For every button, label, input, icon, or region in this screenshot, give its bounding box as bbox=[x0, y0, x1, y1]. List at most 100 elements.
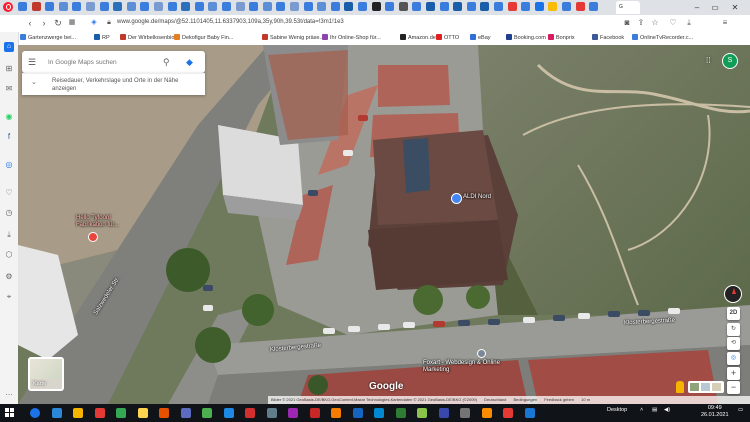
network-icon[interactable]: ▤ bbox=[652, 407, 657, 413]
share-icon[interactable]: ⇪ bbox=[636, 18, 646, 28]
tab-favicon-icon[interactable] bbox=[534, 2, 544, 11]
imagery-thumb-1[interactable] bbox=[690, 383, 699, 391]
tab-favicon-icon[interactable] bbox=[222, 2, 231, 11]
place-label-hello-tyfoon[interactable]: Hello Tyfoon! Fabrikation für... bbox=[76, 215, 128, 229]
taskbar-app-icon[interactable] bbox=[460, 408, 470, 418]
more-icon[interactable]: … bbox=[4, 388, 14, 398]
messenger-icon[interactable]: ✉ bbox=[4, 84, 14, 94]
bookmark-item[interactable]: Amazon.de bbox=[400, 34, 436, 43]
taskbar-app-icon[interactable] bbox=[245, 408, 255, 418]
whatsapp-icon[interactable]: ◉ bbox=[4, 112, 14, 122]
tab-favicon-icon[interactable] bbox=[276, 2, 286, 11]
minimize-icon[interactable]: – bbox=[690, 0, 704, 15]
maximize-icon[interactable]: ▭ bbox=[708, 0, 722, 15]
extensions-icon[interactable]: ⊞ bbox=[4, 64, 14, 74]
desktop-label[interactable]: Desktop bbox=[607, 407, 627, 413]
speed-dial-icon[interactable]: ▦ bbox=[66, 17, 78, 29]
tab-favicon-icon[interactable] bbox=[290, 2, 299, 11]
bookmark-item[interactable]: Ihr Online-Shop für... bbox=[322, 34, 381, 43]
bookmark-heart-icon[interactable]: ♡ bbox=[668, 18, 678, 28]
tab-favicon-icon[interactable] bbox=[398, 2, 408, 11]
close-window-icon[interactable]: ✕ bbox=[728, 0, 742, 15]
tab-favicon-icon[interactable] bbox=[466, 2, 476, 11]
taskbar-app-icon[interactable] bbox=[331, 408, 341, 418]
tab-favicon-icon[interactable] bbox=[575, 2, 585, 11]
camera-icon[interactable]: ◙ bbox=[622, 18, 632, 28]
tab-favicon-icon[interactable] bbox=[208, 2, 218, 11]
tab-favicon-icon[interactable] bbox=[154, 2, 163, 11]
rotate-icon[interactable]: ↻ bbox=[727, 323, 740, 336]
tab-favicon-icon[interactable] bbox=[426, 2, 435, 11]
taskbar-app-icon[interactable] bbox=[159, 408, 169, 418]
taskbar-app-icon[interactable] bbox=[438, 408, 449, 418]
facebook-icon[interactable]: f bbox=[4, 132, 14, 142]
tab-favicon-icon[interactable] bbox=[507, 2, 517, 11]
tab-favicon-icon[interactable] bbox=[235, 2, 245, 11]
star-icon[interactable]: ☆ bbox=[650, 18, 660, 28]
tab-favicon-icon[interactable] bbox=[303, 2, 313, 11]
taskbar-app-icon[interactable] bbox=[202, 408, 212, 418]
feedback-link[interactable]: Feedback geben bbox=[544, 397, 574, 402]
taskbar-app-icon[interactable] bbox=[309, 408, 320, 418]
bookmark-item[interactable]: Dekofigur Baby Fin... bbox=[174, 34, 233, 43]
tray-arrow-icon[interactable]: ˄ bbox=[640, 407, 643, 413]
taskbar-app-icon[interactable] bbox=[266, 408, 277, 418]
taskbar-app-icon[interactable] bbox=[51, 408, 62, 418]
mode-2d-button[interactable]: 2D bbox=[727, 307, 740, 320]
tab-favicon-icon[interactable] bbox=[589, 2, 599, 11]
notifications-icon[interactable]: ▭ bbox=[738, 407, 743, 413]
history-icon[interactable]: ◷ bbox=[4, 208, 14, 218]
lock-icon[interactable]: 🔒︎ bbox=[103, 17, 115, 29]
tab-favicon-icon[interactable] bbox=[358, 2, 367, 11]
search-icon[interactable]: ⚲ bbox=[163, 56, 175, 68]
bookmark-item[interactable]: Gartenzwerge bei... bbox=[20, 34, 76, 43]
home-icon[interactable]: ⌂ bbox=[4, 42, 14, 52]
my-location-icon[interactable]: ◎ bbox=[727, 352, 740, 365]
reload-icon[interactable]: ↻ bbox=[52, 17, 64, 29]
tab-favicon-icon[interactable] bbox=[194, 2, 204, 11]
bookmarks-heart-icon[interactable]: ♡ bbox=[4, 188, 14, 198]
tab-favicon-icon[interactable] bbox=[72, 2, 82, 11]
taskbar-app-icon[interactable] bbox=[374, 408, 384, 418]
menu-icon[interactable]: ≡ bbox=[720, 18, 730, 28]
aldi-pin-icon[interactable] bbox=[451, 193, 462, 204]
tab-favicon-icon[interactable] bbox=[412, 2, 422, 11]
tab-favicon-icon[interactable] bbox=[330, 2, 340, 11]
taskbar-app-icon[interactable] bbox=[137, 408, 148, 418]
taskbar-app-icon[interactable] bbox=[73, 408, 83, 418]
zoom-out-button[interactable]: − bbox=[727, 381, 740, 394]
tab-favicon-icon[interactable] bbox=[58, 2, 68, 11]
tab-favicon-icon[interactable] bbox=[439, 2, 449, 11]
taskbar-app-icon[interactable] bbox=[94, 408, 105, 418]
download-icon[interactable]: ⤓ bbox=[684, 18, 694, 28]
tab-favicon-icon[interactable] bbox=[249, 2, 259, 11]
bookmark-item[interactable]: Sabine Wenig präse... bbox=[262, 34, 324, 43]
tab-favicon-icon[interactable] bbox=[262, 2, 272, 11]
bookmark-item[interactable]: Der Wirbellosenbio... bbox=[120, 34, 179, 43]
taskbar-app-icon[interactable] bbox=[524, 408, 535, 418]
bookmark-item[interactable]: OTTO bbox=[436, 34, 459, 43]
cube-icon[interactable]: ⬡ bbox=[4, 250, 14, 260]
place-label-foxart[interactable]: Foxart - Webdesign & Online Marketing bbox=[423, 360, 503, 374]
imagery-strip[interactable] bbox=[688, 381, 724, 393]
volume-icon[interactable]: ◀) bbox=[664, 407, 670, 413]
tab-favicon-icon[interactable] bbox=[521, 2, 531, 11]
vpn-shield-icon[interactable]: ◈ bbox=[88, 17, 100, 29]
tab-favicon-icon[interactable] bbox=[181, 2, 191, 11]
back-icon[interactable]: ‹ bbox=[24, 17, 36, 29]
bookmark-item[interactable]: Booking.com bbox=[506, 34, 546, 43]
bookmark-item[interactable]: eBay bbox=[470, 34, 491, 43]
downloads-icon[interactable]: ⤓ bbox=[4, 230, 14, 240]
satellite-map[interactable]: ALDI Nord Hello Tyfoon! Fabrikation für.… bbox=[18, 45, 750, 404]
tab-favicon-icon[interactable] bbox=[31, 2, 41, 11]
directions-icon[interactable]: ◆ bbox=[186, 56, 198, 68]
taskbar-app-icon[interactable] bbox=[417, 408, 427, 418]
tab-favicon-icon[interactable] bbox=[548, 2, 558, 11]
tab-favicon-icon[interactable] bbox=[86, 2, 95, 11]
foxart-pin-icon[interactable] bbox=[477, 349, 486, 358]
place-label-aldi[interactable]: ALDI Nord bbox=[463, 194, 491, 200]
tab-favicon-icon[interactable] bbox=[167, 2, 177, 11]
tilt-icon[interactable]: ⟲ bbox=[727, 337, 740, 350]
tab-favicon-icon[interactable] bbox=[140, 2, 150, 11]
forward-icon[interactable]: › bbox=[38, 17, 50, 29]
